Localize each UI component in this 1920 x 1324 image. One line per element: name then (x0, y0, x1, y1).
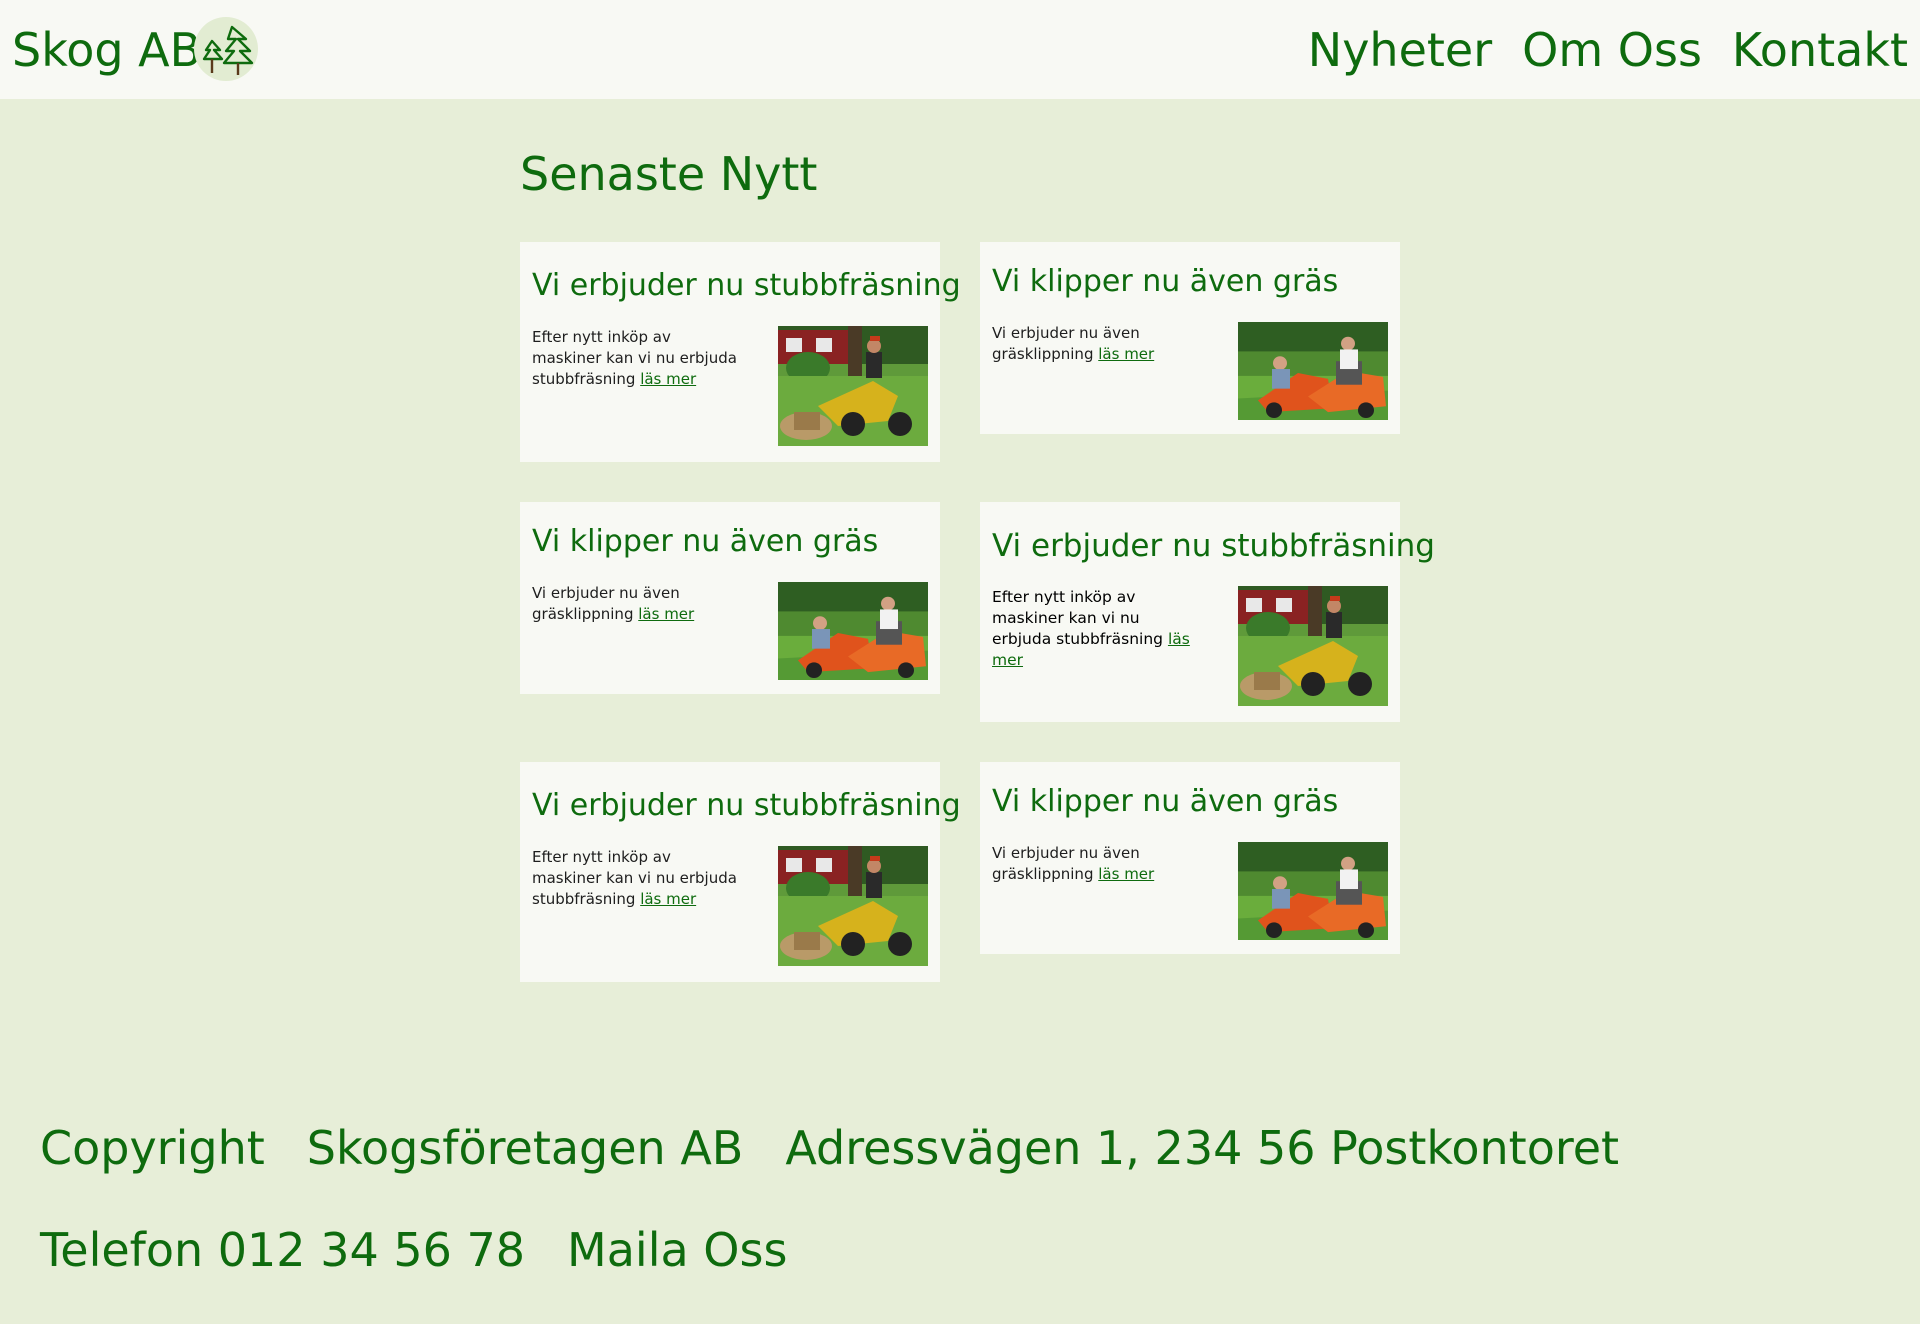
news-card: Vi klipper nu även gräs Vi erbjuder nu ä… (980, 762, 1400, 954)
read-more-link[interactable]: läs mer (640, 890, 696, 908)
lawn-mower-photo[interactable] (778, 582, 928, 680)
news-card: Vi klipper nu även gräs Vi erbjuder nu ä… (980, 242, 1400, 434)
page-title: Senaste Nytt (520, 147, 818, 201)
lawn-mower-photo[interactable] (1238, 322, 1388, 420)
nav-kontakt[interactable]: Kontakt (1732, 22, 1908, 78)
footer-email-link[interactable]: Maila Oss (567, 1222, 787, 1278)
card-excerpt: Efter nytt inköp av maskiner kan vi nu e… (532, 327, 742, 390)
card-excerpt: Efter nytt inköp av maskiner kan vi nu e… (532, 847, 742, 910)
news-card: Vi klipper nu även gräs Vi erbjuder nu ä… (520, 502, 940, 694)
stump-grinder-photo[interactable] (778, 846, 928, 966)
stump-grinder-photo[interactable] (778, 326, 928, 446)
news-card: Vi erbjuder nu stubbfräsning Efter nytt … (520, 242, 961, 462)
nav-om-oss[interactable]: Om Oss (1522, 22, 1702, 78)
card-excerpt: Vi erbjuder nu även gräsklippning läs me… (992, 323, 1172, 365)
read-more-link[interactable]: läs mer (1098, 865, 1154, 883)
footer-phone: Telefon 012 34 56 78 (40, 1223, 526, 1277)
tree-logo-icon[interactable] (194, 17, 258, 81)
card-excerpt-text: Efter nytt inköp av maskiner kan vi nu e… (532, 848, 737, 908)
news-card: Vi erbjuder nu stubbfräsning Efter nytt … (520, 762, 961, 982)
read-more-link[interactable]: läs mer (640, 370, 696, 388)
footer-row-company: Copyright Skogsföretagen AB Adressvägen … (40, 1120, 1619, 1176)
read-more-link[interactable]: läs mer (1098, 345, 1154, 363)
card-title[interactable]: Vi erbjuder nu stubbfräsning (992, 526, 1435, 566)
card-excerpt-text: Efter nytt inköp av maskiner kan vi nu e… (992, 588, 1163, 648)
nav-nyheter[interactable]: Nyheter (1308, 22, 1492, 78)
site-header: Skog AB Nyheter Om Oss Kontakt (0, 0, 1920, 99)
read-more-link[interactable]: läs mer (638, 605, 694, 623)
card-excerpt: Vi erbjuder nu även gräsklippning läs me… (532, 583, 712, 625)
footer-row-contact: Telefon 012 34 56 78 Maila Oss (40, 1222, 787, 1278)
card-title[interactable]: Vi klipper nu även gräs (992, 782, 1338, 822)
card-title[interactable]: Vi erbjuder nu stubbfräsning (532, 786, 961, 826)
stump-grinder-photo[interactable] (1238, 586, 1388, 706)
news-card: Vi erbjuder nu stubbfräsning Efter nytt … (980, 502, 1435, 722)
logo-text[interactable]: Skog AB (12, 22, 201, 78)
card-title[interactable]: Vi klipper nu även gräs (532, 522, 878, 562)
card-excerpt: Efter nytt inköp av maskiner kan vi nu e… (992, 587, 1202, 671)
card-title[interactable]: Vi klipper nu även gräs (992, 262, 1338, 302)
main-nav: Nyheter Om Oss Kontakt (1308, 22, 1908, 78)
footer-copyright: Copyright (40, 1121, 265, 1175)
card-title[interactable]: Vi erbjuder nu stubbfräsning (532, 266, 961, 306)
card-excerpt: Vi erbjuder nu även gräsklippning läs me… (992, 843, 1172, 885)
lawn-mower-photo[interactable] (1238, 842, 1388, 940)
footer-address: Adressvägen 1, 234 56 Postkontoret (785, 1121, 1620, 1175)
footer-company-name: Skogsföretagen AB (306, 1121, 744, 1175)
card-excerpt-text: Efter nytt inköp av maskiner kan vi nu e… (532, 328, 737, 388)
